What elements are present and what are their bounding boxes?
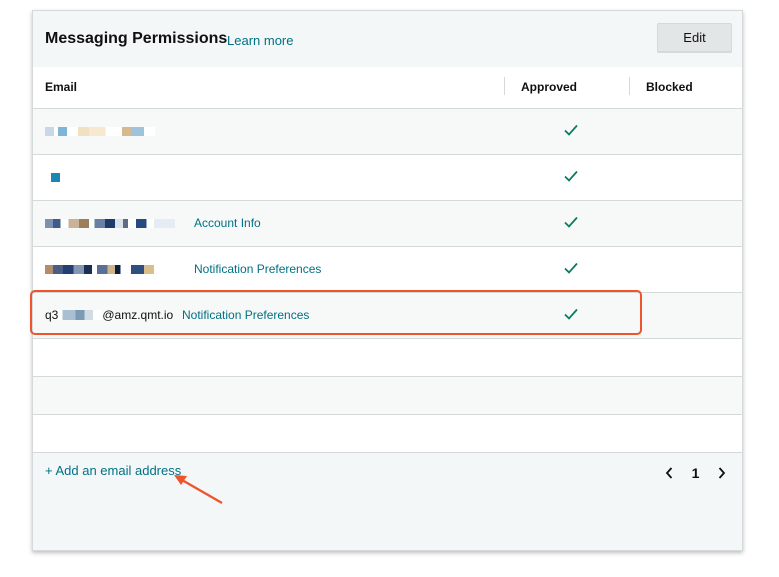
notification-preferences-link[interactable]: Notification Preferences — [194, 262, 321, 276]
email-domain: @amz.qmt.io — [102, 308, 174, 322]
table-row — [33, 109, 742, 155]
redacted-email — [58, 310, 103, 320]
email-cell-redacted — [45, 170, 105, 184]
page-number[interactable]: 1 — [692, 465, 700, 481]
table-row — [33, 155, 742, 201]
redacted-email — [45, 172, 105, 182]
checkmark-icon — [564, 170, 578, 182]
column-divider — [504, 77, 505, 95]
chevron-left-icon[interactable] — [663, 466, 675, 480]
empty-row — [33, 415, 742, 453]
pagination: 1 — [663, 463, 728, 483]
email-prefix: q3 — [45, 308, 59, 322]
checkmark-icon — [564, 216, 578, 228]
email-cell-redacted — [45, 124, 155, 138]
add-email-link[interactable]: + Add an email address — [45, 463, 181, 478]
edit-button[interactable]: Edit — [657, 23, 732, 52]
permissions-table: Email Approved Blocked Account Info Noti… — [33, 67, 742, 453]
table-row: Account Info — [33, 201, 742, 247]
redacted-email — [45, 218, 175, 228]
panel-header: Messaging Permissions Learn more Edit — [33, 11, 742, 68]
column-divider — [629, 77, 630, 95]
account-info-link[interactable]: Account Info — [194, 216, 261, 230]
chevron-right-icon[interactable] — [716, 466, 728, 480]
learn-more-link[interactable]: Learn more — [227, 33, 293, 48]
email-cell: q3 @amz.qmt.io — [45, 308, 173, 322]
panel-title: Messaging Permissions — [45, 30, 228, 47]
notification-preferences-link[interactable]: Notification Preferences — [182, 308, 309, 322]
column-header-blocked: Blocked — [646, 80, 693, 94]
column-header-approved: Approved — [521, 80, 578, 94]
table-header: Email Approved Blocked — [33, 67, 742, 109]
messaging-permissions-panel: Messaging Permissions Learn more Edit Em… — [32, 10, 743, 551]
email-cell-redacted — [45, 216, 175, 230]
table-row: Notification Preferences — [33, 247, 742, 293]
redacted-email — [45, 264, 175, 274]
checkmark-icon — [564, 124, 578, 136]
empty-row — [33, 377, 742, 415]
redacted-email — [45, 126, 155, 136]
column-header-email: Email — [45, 80, 78, 94]
table-row: q3 @amz.qmt.io Notification Preferences — [33, 293, 742, 339]
checkmark-icon — [564, 262, 578, 274]
checkmark-icon — [564, 308, 578, 320]
email-cell-redacted — [45, 262, 175, 276]
empty-row — [33, 339, 742, 377]
